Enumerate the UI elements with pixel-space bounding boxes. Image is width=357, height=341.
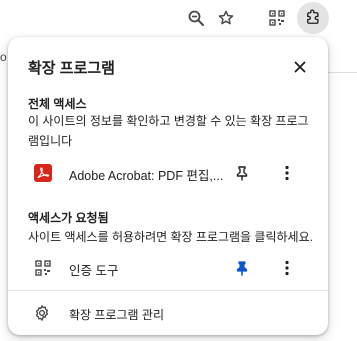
qr-code-icon <box>269 10 285 26</box>
zoom-button[interactable] <box>180 2 212 34</box>
unpin-button[interactable] <box>228 254 256 282</box>
popup-divider <box>8 290 328 291</box>
puzzle-piece-icon <box>307 9 319 24</box>
extension-row-adobe-acrobat[interactable]: Adobe Acrobat: PDF 편집,... <box>8 156 328 190</box>
star-icon <box>218 10 234 25</box>
manage-extensions-button[interactable]: 확장 프로그램 관리 <box>8 299 328 327</box>
pin-button[interactable] <box>228 159 256 187</box>
qr-code-icon <box>34 259 52 277</box>
close-icon <box>294 61 306 73</box>
gear-icon <box>33 304 51 322</box>
more-options-button[interactable] <box>273 254 301 282</box>
requested-access-description: 사이트 액세스를 허용하려면 확장 프로그램을 클릭하세요. <box>28 230 313 244</box>
full-access-heading: 전체 액세스 <box>28 97 87 111</box>
extension-name: 인증 도구 <box>69 264 119 278</box>
pin-filled-icon <box>236 261 248 276</box>
bookmark-button[interactable] <box>210 2 242 34</box>
browser-window: o 확장 프로그램 전체 액세스 이 사이트의 정보를 확인하고 변경할 수 있… <box>0 0 357 341</box>
toolbar-qr-extension-button[interactable] <box>261 2 293 34</box>
page-text-fragment: o <box>0 50 6 64</box>
more-vert-icon <box>285 260 289 276</box>
browser-toolbar <box>0 0 357 38</box>
extensions-popup: 확장 프로그램 전체 액세스 이 사이트의 정보를 확인하고 변경할 수 있는 … <box>8 37 328 335</box>
zoom-out-icon <box>188 10 204 26</box>
extensions-menu-button[interactable] <box>297 2 329 34</box>
full-access-description: 이 사이트의 정보를 확인하고 변경할 수 있는 확장 프로그램입니다 <box>28 114 309 148</box>
extension-name: Adobe Acrobat: PDF 편집,... <box>69 169 224 183</box>
more-vert-icon <box>285 165 289 181</box>
requested-access-heading: 액세스가 요청됨 <box>28 211 109 225</box>
popup-title: 확장 프로그램 <box>28 60 115 77</box>
manage-extensions-label: 확장 프로그램 관리 <box>69 308 164 322</box>
extension-row-authenticator[interactable]: 인증 도구 <box>8 251 328 285</box>
close-button[interactable] <box>286 53 314 81</box>
pin-outline-icon <box>236 166 248 181</box>
adobe-acrobat-icon <box>34 164 52 182</box>
more-options-button[interactable] <box>273 159 301 187</box>
